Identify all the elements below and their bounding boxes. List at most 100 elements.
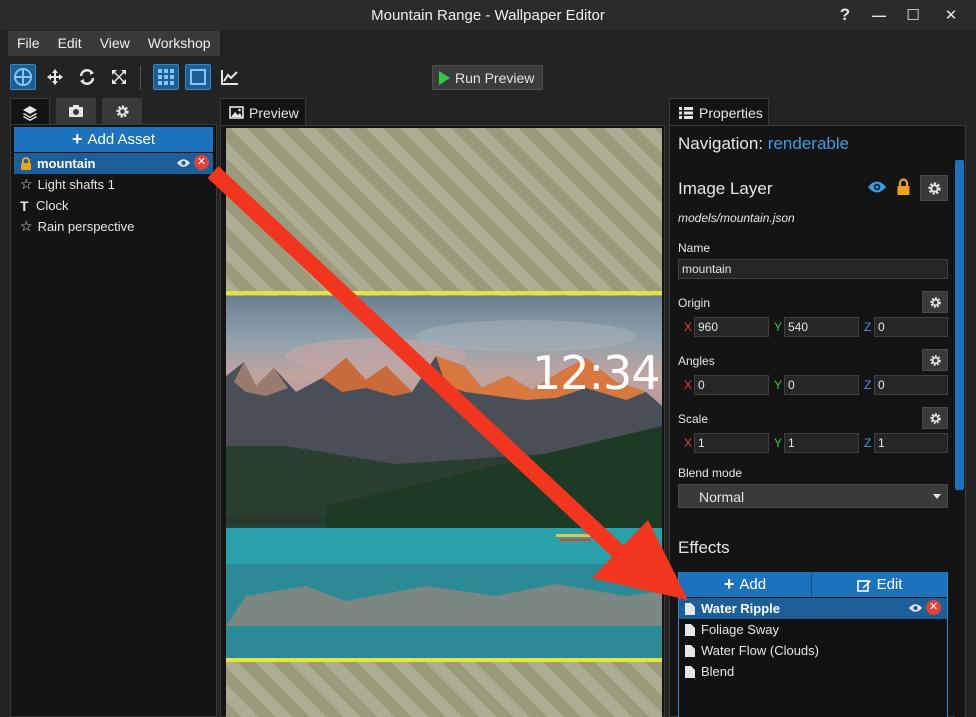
angles-label: Angles	[678, 354, 715, 368]
scale-label: Scale	[678, 412, 709, 426]
gear-icon	[115, 104, 129, 118]
rotate-button[interactable]	[74, 64, 100, 90]
run-preview-button[interactable]: Run Preview	[432, 65, 543, 90]
effect-row-blend[interactable]: Blend	[679, 661, 947, 682]
name-input[interactable]: mountain	[678, 259, 948, 279]
scale-settings-button[interactable]	[922, 407, 948, 429]
navigation-link[interactable]: renderable	[768, 134, 849, 153]
add-effect-label: Add	[739, 576, 767, 593]
menu-view[interactable]: View	[91, 31, 139, 56]
plus-icon: +	[71, 129, 83, 149]
scale-z-input[interactable]: 1	[874, 433, 948, 453]
delete-icon[interactable]: ✕	[926, 600, 941, 615]
camera-icon	[69, 105, 83, 117]
rotate-icon	[79, 69, 95, 85]
asset-label: Clock	[36, 198, 69, 213]
image-icon	[229, 106, 244, 119]
edit-effect-label: Edit	[876, 576, 903, 593]
axis-x-label: X	[684, 320, 693, 334]
effect-label: Blend	[701, 664, 735, 679]
gear-icon	[929, 412, 941, 424]
scale-button[interactable]	[106, 64, 132, 90]
origin-z-input[interactable]: 0	[874, 317, 948, 337]
name-label: Name	[678, 241, 711, 255]
graph-button[interactable]	[217, 64, 243, 90]
tab-camera[interactable]	[56, 98, 96, 124]
eye-icon[interactable]	[176, 158, 191, 168]
effect-row-water-ripple[interactable]: Water Ripple ✕	[679, 598, 947, 619]
graph-icon	[221, 70, 238, 85]
asset-row-clock[interactable]: T Clock	[14, 195, 213, 216]
grid-icon	[158, 69, 174, 85]
axis-y-label: Y	[774, 320, 783, 334]
maximize-button[interactable]: ☐	[900, 4, 926, 26]
effect-row-foliage-sway[interactable]: Foliage Sway	[679, 619, 947, 640]
edit-effect-button[interactable]: Edit	[812, 572, 947, 597]
tab-layers[interactable]	[10, 98, 50, 126]
file-icon	[685, 644, 695, 657]
scale-x-input[interactable]: 1	[694, 433, 769, 453]
frame-toggle-button[interactable]	[185, 64, 211, 90]
menu-file[interactable]: File	[8, 31, 49, 56]
angles-y-input[interactable]: 0	[784, 375, 859, 395]
origin-x-input[interactable]: 960	[694, 317, 769, 337]
asset-row-mountain[interactable]: mountain ✕	[14, 153, 213, 174]
add-asset-label: Add Asset	[87, 131, 156, 148]
add-asset-button[interactable]: + Add Asset	[14, 127, 213, 152]
close-button[interactable]: ✕	[938, 4, 964, 26]
run-preview-label: Run Preview	[455, 69, 535, 86]
asset-label: Light shafts 1	[37, 177, 115, 192]
axis-z-label: Z	[864, 436, 872, 450]
title-bar: Mountain Range - Wallpaper Editor ? — ☐ …	[0, 0, 976, 30]
menu-workshop[interactable]: Workshop	[139, 31, 220, 56]
toolbar-separator	[140, 66, 141, 90]
axis-y-label: Y	[774, 436, 783, 450]
asset-row-light-shafts[interactable]: ☆ Light shafts 1	[14, 174, 213, 195]
eye-icon[interactable]	[908, 603, 923, 613]
lock-icon[interactable]	[896, 178, 911, 195]
tab-settings[interactable]	[102, 98, 142, 124]
menu-edit[interactable]: Edit	[49, 31, 91, 56]
navigation-label: Navigation:	[678, 134, 764, 153]
star-icon: ☆	[20, 218, 33, 234]
eye-icon[interactable]	[867, 180, 887, 194]
axis-x-label: X	[684, 378, 693, 392]
scale-y-input[interactable]: 1	[784, 433, 859, 453]
angles-x-input[interactable]: 0	[694, 375, 769, 395]
lock-icon	[21, 157, 31, 170]
translate-icon	[47, 69, 63, 85]
add-effect-button[interactable]: + Add	[679, 572, 811, 597]
file-icon	[685, 665, 695, 678]
minimize-button[interactable]: —	[866, 4, 892, 26]
delete-icon[interactable]: ✕	[194, 155, 209, 170]
properties-tab-label: Properties	[699, 104, 763, 121]
axis-x-label: X	[684, 436, 693, 450]
window-title: Mountain Range - Wallpaper Editor	[371, 7, 605, 24]
origin-settings-button[interactable]	[922, 291, 948, 313]
text-icon: T	[20, 197, 29, 214]
preview-canvas[interactable]: 12:34	[226, 128, 662, 717]
angles-settings-button[interactable]	[922, 349, 948, 371]
effect-row-water-flow[interactable]: Water Flow (Clouds)	[679, 640, 947, 661]
asset-panel: + Add Asset mountain ✕ ☆ Light shafts 1 …	[10, 124, 217, 717]
help-button[interactable]: ?	[832, 4, 858, 26]
move-gizmo-button[interactable]	[10, 64, 36, 90]
mountain-lake-image: 12:34	[226, 296, 662, 660]
layer-settings-button[interactable]	[920, 175, 948, 201]
tab-preview[interactable]: Preview	[220, 98, 306, 126]
asset-label: Rain perspective	[37, 219, 135, 234]
file-icon	[685, 623, 695, 636]
tab-properties[interactable]: Properties	[669, 98, 769, 126]
origin-y-input[interactable]: 540	[784, 317, 859, 337]
effect-label: Water Flow (Clouds)	[701, 643, 819, 658]
translate-button[interactable]	[42, 64, 68, 90]
gear-icon	[929, 296, 941, 308]
grid-toggle-button[interactable]	[153, 64, 179, 90]
blend-mode-value: Normal	[699, 489, 745, 505]
star-icon: ☆	[20, 176, 33, 192]
angles-z-input[interactable]: 0	[874, 375, 948, 395]
properties-scrollbar-thumb[interactable]	[955, 160, 964, 490]
asset-row-rain-perspective[interactable]: ☆ Rain perspective	[14, 216, 213, 237]
move-gizmo-icon	[14, 68, 32, 86]
blend-mode-select[interactable]: Normal	[678, 484, 948, 508]
